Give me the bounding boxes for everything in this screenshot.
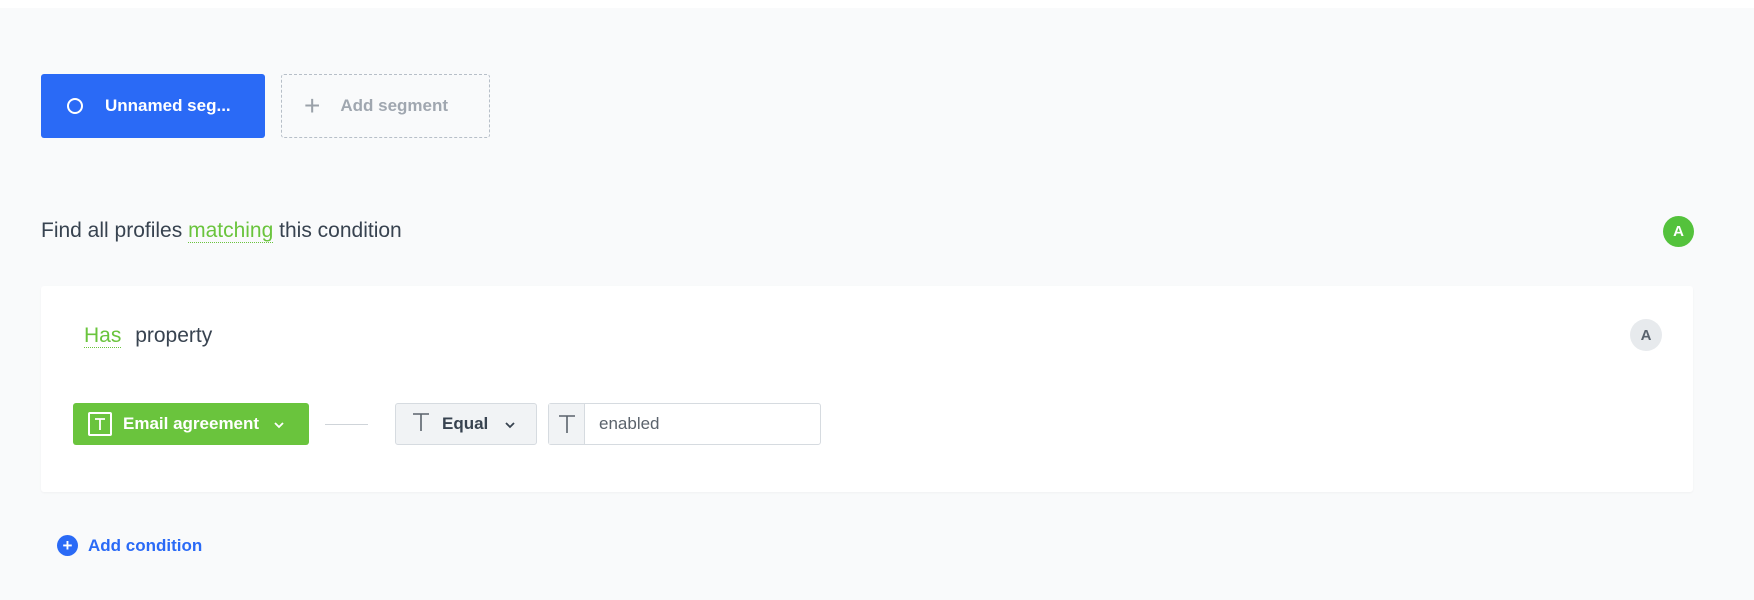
connector-line [325,424,368,425]
circle-icon [67,98,83,114]
text-type-icon [549,404,585,444]
plus-icon: + [304,90,321,121]
attribute-dropdown[interactable]: Email agreement [73,403,309,445]
text-type-icon [412,412,430,437]
matching-selector[interactable]: matching [188,219,274,243]
condition-card: Has property A Email agreement Equal [41,286,1693,492]
heading-suffix: this condition [279,219,402,242]
operator-dropdown[interactable]: Equal [395,403,537,445]
text-type-icon [88,412,112,436]
operator-label: Equal [442,414,489,433]
condition-heading: Find all profiles matching this conditio… [41,219,402,243]
add-segment-button[interactable]: + Add segment [281,74,490,138]
add-segment-label: Add segment [340,96,449,115]
segment-tab-unnamed[interactable]: Unnamed seg... [41,74,265,138]
chevron-down-icon [273,418,285,430]
add-condition-button[interactable]: + Add condition [57,535,202,556]
chevron-down-icon [504,418,516,430]
heading-prefix: Find all profiles [41,219,183,242]
attribute-label: Email agreement [123,414,260,433]
avatar: A [1663,216,1694,247]
add-circle-icon: + [57,535,78,556]
has-selector[interactable]: Has [84,324,122,348]
segment-tab-label: Unnamed seg... [105,96,231,115]
value-field [548,403,821,445]
add-condition-label: Add condition [88,535,203,555]
condition-type-label: property [135,324,213,347]
value-input[interactable] [585,404,820,444]
condition-title: Has property [84,324,212,348]
condition-avatar: A [1630,319,1662,351]
